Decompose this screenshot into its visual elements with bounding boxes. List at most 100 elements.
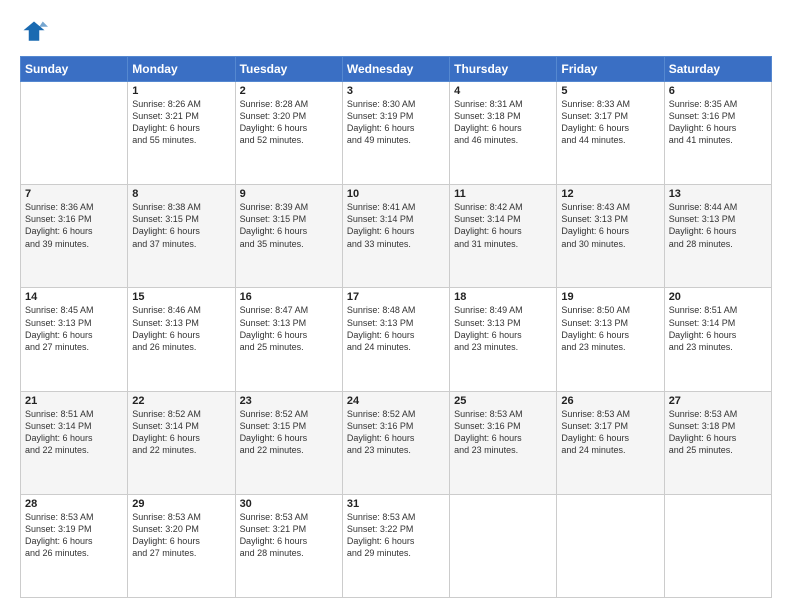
calendar-cell: 4Sunrise: 8:31 AMSunset: 3:18 PMDaylight… <box>450 82 557 185</box>
page: SundayMondayTuesdayWednesdayThursdayFrid… <box>0 0 792 612</box>
calendar-cell: 17Sunrise: 8:48 AMSunset: 3:13 PMDayligh… <box>342 288 449 391</box>
calendar-cell: 24Sunrise: 8:52 AMSunset: 3:16 PMDayligh… <box>342 391 449 494</box>
cell-date-number: 26 <box>561 395 659 407</box>
day-header-wednesday: Wednesday <box>342 57 449 82</box>
cell-info: Sunrise: 8:53 AMSunset: 3:21 PMDaylight:… <box>240 511 338 560</box>
calendar-cell: 15Sunrise: 8:46 AMSunset: 3:13 PMDayligh… <box>128 288 235 391</box>
cell-date-number: 15 <box>132 291 230 303</box>
cell-date-number: 16 <box>240 291 338 303</box>
calendar-cell: 6Sunrise: 8:35 AMSunset: 3:16 PMDaylight… <box>664 82 771 185</box>
calendar-cell: 14Sunrise: 8:45 AMSunset: 3:13 PMDayligh… <box>21 288 128 391</box>
cell-info: Sunrise: 8:44 AMSunset: 3:13 PMDaylight:… <box>669 201 767 250</box>
cell-info: Sunrise: 8:46 AMSunset: 3:13 PMDaylight:… <box>132 304 230 353</box>
cell-date-number: 29 <box>132 498 230 510</box>
calendar-cell: 8Sunrise: 8:38 AMSunset: 3:15 PMDaylight… <box>128 185 235 288</box>
cell-info: Sunrise: 8:50 AMSunset: 3:13 PMDaylight:… <box>561 304 659 353</box>
cell-info: Sunrise: 8:39 AMSunset: 3:15 PMDaylight:… <box>240 201 338 250</box>
cell-info: Sunrise: 8:53 AMSunset: 3:22 PMDaylight:… <box>347 511 445 560</box>
cell-info: Sunrise: 8:35 AMSunset: 3:16 PMDaylight:… <box>669 98 767 147</box>
cell-info: Sunrise: 8:43 AMSunset: 3:13 PMDaylight:… <box>561 201 659 250</box>
cell-info: Sunrise: 8:45 AMSunset: 3:13 PMDaylight:… <box>25 304 123 353</box>
cell-date-number: 6 <box>669 85 767 97</box>
calendar-header-row: SundayMondayTuesdayWednesdayThursdayFrid… <box>21 57 772 82</box>
cell-info: Sunrise: 8:38 AMSunset: 3:15 PMDaylight:… <box>132 201 230 250</box>
cell-info: Sunrise: 8:52 AMSunset: 3:15 PMDaylight:… <box>240 408 338 457</box>
cell-info: Sunrise: 8:42 AMSunset: 3:14 PMDaylight:… <box>454 201 552 250</box>
day-header-monday: Monday <box>128 57 235 82</box>
calendar-cell: 26Sunrise: 8:53 AMSunset: 3:17 PMDayligh… <box>557 391 664 494</box>
cell-date-number: 5 <box>561 85 659 97</box>
cell-date-number: 7 <box>25 188 123 200</box>
cell-date-number: 14 <box>25 291 123 303</box>
day-header-sunday: Sunday <box>21 57 128 82</box>
calendar-cell: 11Sunrise: 8:42 AMSunset: 3:14 PMDayligh… <box>450 185 557 288</box>
cell-date-number: 1 <box>132 85 230 97</box>
calendar-cell <box>664 494 771 597</box>
calendar-cell: 31Sunrise: 8:53 AMSunset: 3:22 PMDayligh… <box>342 494 449 597</box>
calendar-week-row: 28Sunrise: 8:53 AMSunset: 3:19 PMDayligh… <box>21 494 772 597</box>
logo-icon <box>20 18 48 46</box>
cell-info: Sunrise: 8:30 AMSunset: 3:19 PMDaylight:… <box>347 98 445 147</box>
cell-info: Sunrise: 8:51 AMSunset: 3:14 PMDaylight:… <box>25 408 123 457</box>
cell-date-number: 13 <box>669 188 767 200</box>
day-header-tuesday: Tuesday <box>235 57 342 82</box>
calendar-cell: 20Sunrise: 8:51 AMSunset: 3:14 PMDayligh… <box>664 288 771 391</box>
calendar-cell: 28Sunrise: 8:53 AMSunset: 3:19 PMDayligh… <box>21 494 128 597</box>
cell-date-number: 4 <box>454 85 552 97</box>
cell-info: Sunrise: 8:31 AMSunset: 3:18 PMDaylight:… <box>454 98 552 147</box>
cell-info: Sunrise: 8:41 AMSunset: 3:14 PMDaylight:… <box>347 201 445 250</box>
calendar-table: SundayMondayTuesdayWednesdayThursdayFrid… <box>20 56 772 598</box>
calendar-cell: 10Sunrise: 8:41 AMSunset: 3:14 PMDayligh… <box>342 185 449 288</box>
cell-date-number: 9 <box>240 188 338 200</box>
cell-info: Sunrise: 8:48 AMSunset: 3:13 PMDaylight:… <box>347 304 445 353</box>
cell-info: Sunrise: 8:53 AMSunset: 3:20 PMDaylight:… <box>132 511 230 560</box>
calendar-cell: 29Sunrise: 8:53 AMSunset: 3:20 PMDayligh… <box>128 494 235 597</box>
calendar-cell: 5Sunrise: 8:33 AMSunset: 3:17 PMDaylight… <box>557 82 664 185</box>
cell-info: Sunrise: 8:26 AMSunset: 3:21 PMDaylight:… <box>132 98 230 147</box>
cell-date-number: 2 <box>240 85 338 97</box>
calendar-cell <box>557 494 664 597</box>
cell-date-number: 8 <box>132 188 230 200</box>
calendar-week-row: 1Sunrise: 8:26 AMSunset: 3:21 PMDaylight… <box>21 82 772 185</box>
calendar-cell: 16Sunrise: 8:47 AMSunset: 3:13 PMDayligh… <box>235 288 342 391</box>
cell-date-number: 28 <box>25 498 123 510</box>
calendar-cell <box>450 494 557 597</box>
cell-date-number: 25 <box>454 395 552 407</box>
calendar-cell: 18Sunrise: 8:49 AMSunset: 3:13 PMDayligh… <box>450 288 557 391</box>
header <box>20 18 772 46</box>
calendar-week-row: 7Sunrise: 8:36 AMSunset: 3:16 PMDaylight… <box>21 185 772 288</box>
cell-info: Sunrise: 8:53 AMSunset: 3:16 PMDaylight:… <box>454 408 552 457</box>
cell-info: Sunrise: 8:52 AMSunset: 3:16 PMDaylight:… <box>347 408 445 457</box>
calendar-cell <box>21 82 128 185</box>
logo <box>20 18 52 46</box>
calendar-cell: 30Sunrise: 8:53 AMSunset: 3:21 PMDayligh… <box>235 494 342 597</box>
calendar-cell: 19Sunrise: 8:50 AMSunset: 3:13 PMDayligh… <box>557 288 664 391</box>
cell-date-number: 23 <box>240 395 338 407</box>
cell-date-number: 3 <box>347 85 445 97</box>
calendar-cell: 1Sunrise: 8:26 AMSunset: 3:21 PMDaylight… <box>128 82 235 185</box>
cell-info: Sunrise: 8:53 AMSunset: 3:17 PMDaylight:… <box>561 408 659 457</box>
calendar-cell: 21Sunrise: 8:51 AMSunset: 3:14 PMDayligh… <box>21 391 128 494</box>
calendar-week-row: 14Sunrise: 8:45 AMSunset: 3:13 PMDayligh… <box>21 288 772 391</box>
cell-info: Sunrise: 8:28 AMSunset: 3:20 PMDaylight:… <box>240 98 338 147</box>
day-header-saturday: Saturday <box>664 57 771 82</box>
cell-date-number: 19 <box>561 291 659 303</box>
cell-date-number: 22 <box>132 395 230 407</box>
calendar-week-row: 21Sunrise: 8:51 AMSunset: 3:14 PMDayligh… <box>21 391 772 494</box>
cell-info: Sunrise: 8:53 AMSunset: 3:19 PMDaylight:… <box>25 511 123 560</box>
cell-date-number: 12 <box>561 188 659 200</box>
cell-date-number: 20 <box>669 291 767 303</box>
calendar-cell: 13Sunrise: 8:44 AMSunset: 3:13 PMDayligh… <box>664 185 771 288</box>
calendar-cell: 2Sunrise: 8:28 AMSunset: 3:20 PMDaylight… <box>235 82 342 185</box>
cell-info: Sunrise: 8:33 AMSunset: 3:17 PMDaylight:… <box>561 98 659 147</box>
calendar-cell: 23Sunrise: 8:52 AMSunset: 3:15 PMDayligh… <box>235 391 342 494</box>
calendar-cell: 25Sunrise: 8:53 AMSunset: 3:16 PMDayligh… <box>450 391 557 494</box>
cell-date-number: 31 <box>347 498 445 510</box>
cell-date-number: 21 <box>25 395 123 407</box>
cell-date-number: 27 <box>669 395 767 407</box>
day-header-thursday: Thursday <box>450 57 557 82</box>
calendar-cell: 27Sunrise: 8:53 AMSunset: 3:18 PMDayligh… <box>664 391 771 494</box>
cell-date-number: 17 <box>347 291 445 303</box>
cell-info: Sunrise: 8:53 AMSunset: 3:18 PMDaylight:… <box>669 408 767 457</box>
cell-info: Sunrise: 8:51 AMSunset: 3:14 PMDaylight:… <box>669 304 767 353</box>
